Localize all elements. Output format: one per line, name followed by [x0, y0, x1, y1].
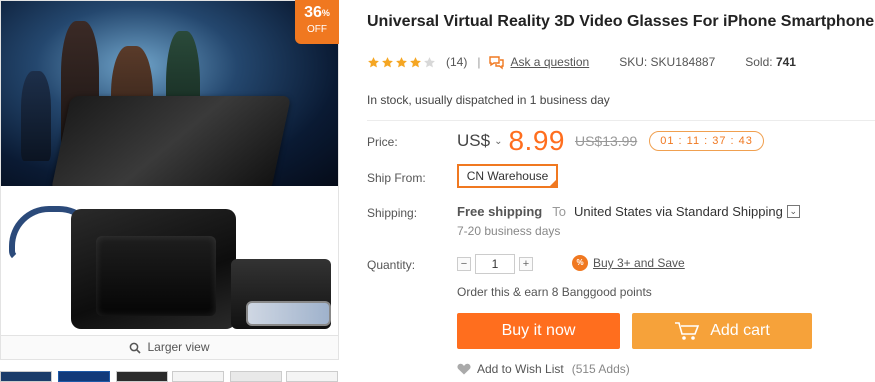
star-empty-icon [424, 56, 435, 67]
shipping-label: Shipping: [367, 206, 418, 220]
character-figure [21, 71, 51, 161]
wishlist-count: (515 Adds) [571, 362, 630, 376]
magnifier-icon [130, 342, 142, 354]
wishlist-link[interactable]: Add to Wish List [477, 362, 564, 376]
price-label: Price: [367, 135, 398, 149]
larger-view-label: Larger view [147, 340, 210, 354]
warehouse-option[interactable]: CN Warehouse [457, 164, 558, 188]
promo-scene [1, 1, 338, 191]
increase-button[interactable]: + [519, 257, 533, 271]
star-icon [382, 56, 393, 67]
star-rating [367, 56, 436, 69]
selected-check-icon [549, 179, 557, 187]
decrease-button[interactable]: − [457, 257, 471, 271]
countdown-timer: 01 : 11 : 37 : 43 [649, 131, 764, 151]
chevron-down-icon[interactable]: ⌄ [494, 136, 502, 147]
shipping-destination[interactable]: United States via Standard Shipping [574, 204, 783, 219]
rating-row: (14) | Ask a question SKU: SKU184887 Sol… [367, 53, 796, 71]
product-info: Universal Virtual Reality 3D Video Glass… [367, 0, 875, 382]
add-cart-label: Add cart [710, 322, 770, 339]
quantity-input[interactable]: 1 [475, 254, 515, 274]
free-shipping: Free shipping [457, 204, 543, 219]
quantity-label: Quantity: [367, 258, 416, 272]
currency-selector[interactable]: US$ [457, 131, 490, 151]
original-price: US$13.99 [574, 133, 638, 149]
star-icon [396, 56, 407, 67]
bulk-offer-link[interactable]: Buy 3+ and Save [593, 256, 685, 270]
thumbnail-strip [0, 371, 339, 382]
discount-percent: 36 [304, 4, 322, 21]
thumbnail[interactable] [58, 371, 110, 382]
thumbnail[interactable] [172, 371, 224, 382]
current-price: 8.99 [508, 125, 565, 156]
vr-headset-front [96, 236, 216, 316]
discount-icon: % [572, 255, 588, 271]
points-info: Order this & earn 8 Banggood points [457, 285, 652, 299]
thumbnail[interactable] [116, 371, 168, 382]
cart-icon [675, 322, 700, 340]
wishlist-row[interactable]: Add to Wish List (515 Adds) [457, 362, 630, 376]
stock-status: In stock, usually dispatched in 1 busine… [367, 93, 610, 107]
larger-view-button[interactable]: Larger view [0, 336, 339, 360]
heart-icon [457, 363, 471, 375]
product-title: Universal Virtual Reality 3D Video Glass… [367, 13, 875, 30]
thumbnail[interactable] [0, 371, 52, 382]
ask-question-link[interactable]: Ask a question [510, 55, 589, 69]
sku-label: SKU: SKU184887 [619, 55, 716, 69]
divider [367, 120, 875, 121]
bulk-offer: % Buy 3+ and Save [572, 255, 685, 271]
review-count[interactable]: (14) [446, 55, 467, 69]
quantity-stepper: − 1 + [457, 254, 533, 274]
separator: | [477, 55, 481, 69]
ship-from-label: Ship From: [367, 171, 426, 185]
add-cart-button[interactable]: Add cart [632, 313, 812, 349]
star-icon [368, 56, 379, 67]
discount-badge: 36% OFF [295, 0, 339, 44]
sold-label: Sold: [745, 55, 773, 69]
vr-headset-photo [50, 96, 292, 191]
sold-value: 741 [775, 55, 796, 69]
smartphone-photo [246, 301, 331, 326]
warehouse-label: CN Warehouse [466, 169, 549, 183]
price-row: US$ ⌄ 8.99 US$13.99 01 : 11 : 37 : 43 [457, 125, 764, 157]
sold-count: Sold: 741 [745, 55, 796, 69]
thumbnail[interactable] [230, 371, 282, 382]
shipping-to: To [552, 204, 566, 219]
star-icon [410, 56, 421, 67]
discount-percent-sign: % [321, 8, 330, 18]
thumbnail[interactable] [286, 371, 338, 382]
discount-off-label: OFF [307, 24, 327, 35]
buy-now-button[interactable]: Buy it now [457, 313, 620, 349]
main-product-image[interactable] [0, 0, 339, 336]
chat-bubble-icon [489, 55, 505, 69]
product-page: 36% OFF Larger view Universal Virtual Re… [0, 0, 875, 382]
product-gallery: 36% OFF Larger view [0, 0, 339, 382]
shipping-row: Free shipping To United States via Stand… [457, 204, 800, 219]
delivery-days: 7-20 business days [457, 224, 561, 238]
dropdown-icon[interactable]: ⌄ [786, 205, 800, 218]
